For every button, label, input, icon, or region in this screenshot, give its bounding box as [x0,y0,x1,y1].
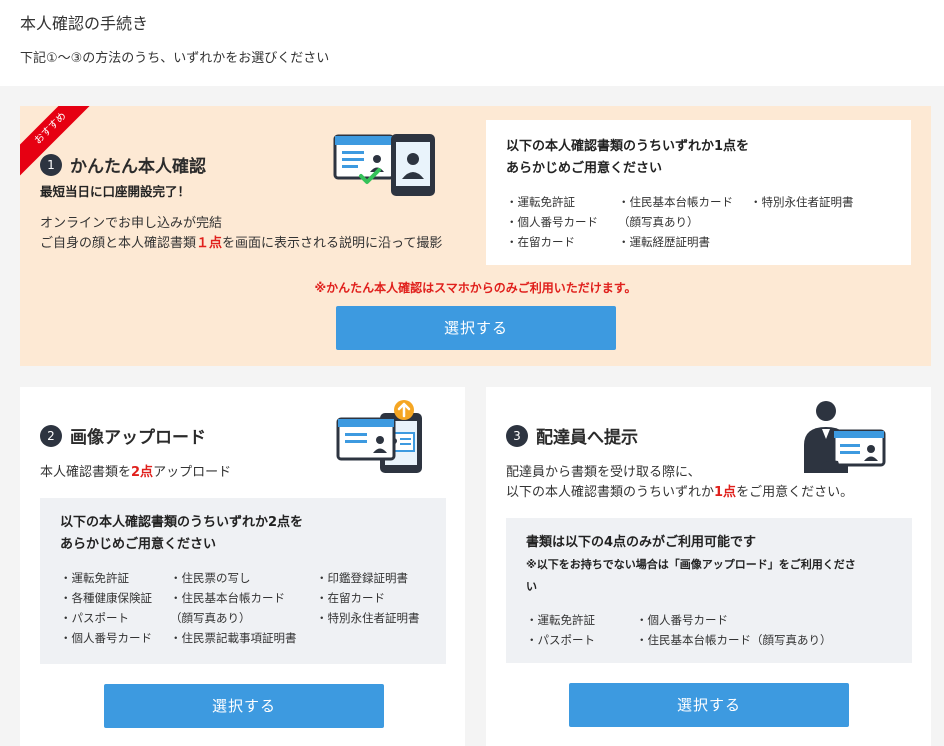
option2-description: 本人確認書類を2点アップロード [40,465,232,480]
option1-document-list: ・運転免許証 ・住民基本台帳カード ・特別永住者証明書 ・個人番号カード （顔写… [506,192,891,252]
page-title: 本人確認の手続き [20,14,149,33]
select-easy-verification-button[interactable]: 選択する [336,306,616,350]
page-subtitle: 下記①～③の方法のうち、いずれかをお選びください [20,51,330,66]
option3-document-list: ・運転免許証 ・個人番号カード ・パスポート ・住民基本台帳カード（顔写真あり） [526,610,892,650]
option3-heading: 3 配達員へ提示 [506,423,638,448]
list-item: ・個人番号カード [506,215,598,229]
option3-description: 配達員から書類を受け取る際に、 以下の本人確認書類のうちいずれか1点をご用意くだ… [506,465,854,500]
option1-subtitle: 最短当日に口座開設完了！ [40,184,191,199]
list-item: ・在留カード [506,235,575,249]
list-item: （顔写真あり） [618,215,699,229]
list-item [750,212,890,232]
option1-title: かんたん本人確認 [70,157,206,177]
step-number-badge: 3 [506,424,528,447]
list-item: ・運転経歴証明書 [618,235,710,249]
option-easy-verification-card: おすすめ 1 かんたん本人確認 最短当日に口座開設完了！ オンラインでお申し込み… [20,106,931,366]
upload-id-illustration-icon [336,399,428,479]
list-item: （顔写真あり） [170,611,251,625]
list-item: ・住民基本台帳カード（顔写真あり） [636,633,832,647]
list-item: ・住民票記載事項証明書 [170,631,297,645]
option1-heading: 1 かんたん本人確認 [40,152,206,177]
option2-document-list: ・運転免許証 ・住民票の写し ・印鑑登録証明書 ・各種健康保険証 ・住民基本台帳… [60,568,426,648]
step-number-badge: 1 [40,153,62,176]
list-item [750,232,890,252]
list-item: ・個人番号カード [60,631,152,645]
option1-description: オンラインでお申し込みが完結 ご自身の顔と本人確認書類１点を画面に表示される説明… [40,216,443,251]
step-number-badge: 2 [40,424,62,447]
list-item: ・住民基本台帳カード [618,195,733,209]
list-item: ・運転免許証 [526,613,595,627]
select-show-to-courier-button[interactable]: 選択する [569,683,849,727]
select-image-upload-button[interactable]: 選択する [104,684,384,728]
option3-box-title: 書類は以下の4点のみがご利用可能です [526,535,757,550]
id-card-smartphone-illustration-icon [333,132,439,202]
list-item: ・パスポート [526,633,595,647]
list-item [316,628,446,648]
list-item: ・特別永住者証明書 [750,195,854,209]
option-show-to-courier-card: 3 配達員へ提示 配達員から書類を受け取る際に、 以下の本人確認書類のうちいずれ… [486,387,931,746]
option2-title: 画像アップロード [70,428,206,448]
smartphone-only-notice: ※かんたん本人確認はスマホからのみご利用いただけます。 [314,281,637,295]
option2-document-box: 以下の本人確認書類のうちいずれか2点を あらかじめご用意ください ・運転免許証 … [40,498,446,664]
option2-heading: 2 画像アップロード [40,423,206,448]
list-item: ・パスポート [60,611,129,625]
option3-title: 配達員へ提示 [536,428,638,448]
option1-document-box: 以下の本人確認書類のうちいずれか1点を あらかじめご用意ください ・運転免許証 … [486,120,911,265]
list-item: ・各種健康保険証 [60,591,152,605]
list-item: ・運転免許証 [60,571,129,585]
list-item: ・個人番号カード [636,613,728,627]
list-item: ・特別永住者証明書 [316,611,420,625]
list-item: ・住民票の写し [170,571,251,585]
option-image-upload-card: 2 画像アップロード 本人確認書類を2点アップロード 以下の本人確認書類のうちい… [20,387,465,746]
list-item: ・在留カード [316,591,385,605]
list-item: ・運転免許証 [506,195,575,209]
list-item: ・印鑑登録証明書 [316,571,408,585]
list-item: ・住民基本台帳カード [170,591,285,605]
option3-document-box: 書類は以下の4点のみがご利用可能です ※以下をお持ちでない場合は「画像アップロー… [506,518,912,663]
option3-box-note: ※以下をお持ちでない場合は「画像アップロード」をご利用くださ い [526,558,856,593]
